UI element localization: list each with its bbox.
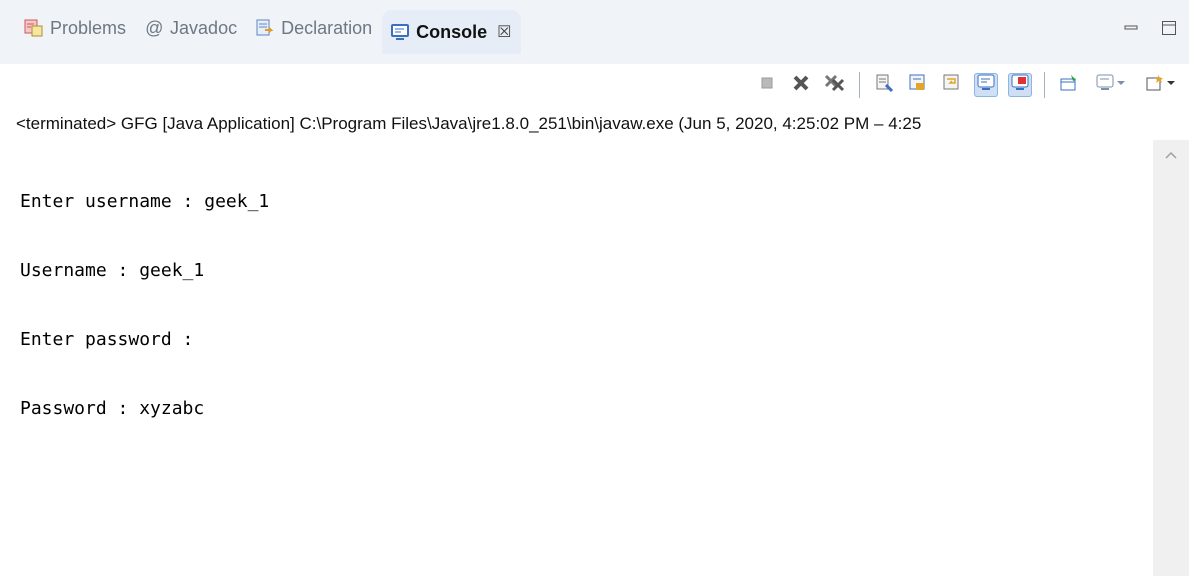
tab-strip: Problems @ Javadoc Declaration Console ☒ — [16, 10, 522, 64]
console-line: Username : geek_1 — [20, 260, 205, 281]
show-on-stdout-icon — [976, 73, 996, 98]
view-tab-bar: Problems @ Javadoc Declaration Console ☒ — [0, 0, 1189, 64]
terminate-icon — [759, 75, 775, 96]
clear-console-icon — [874, 73, 894, 98]
console-line: Enter username : geek_1 — [20, 191, 270, 212]
vertical-scrollbar[interactable] — [1153, 140, 1189, 576]
tab-label: Declaration — [281, 17, 373, 38]
chevron-up-icon — [1165, 147, 1177, 165]
show-on-stderr-button[interactable] — [1008, 73, 1032, 97]
problems-icon — [24, 18, 44, 38]
tab-problems[interactable]: Problems — [16, 10, 136, 46]
minimize-button[interactable] — [1123, 22, 1139, 38]
console-line: Password : xyzabc — [20, 398, 205, 419]
console-toolbar — [0, 64, 1189, 108]
declaration-icon — [255, 18, 275, 38]
scroll-lock-button[interactable] — [906, 73, 930, 97]
scroll-up-button[interactable] — [1153, 146, 1189, 166]
console-output[interactable]: Enter username : geek_1 Username : geek_… — [0, 140, 1151, 576]
close-icon[interactable]: ☒ — [497, 22, 511, 42]
show-on-stdout-button[interactable] — [974, 73, 998, 97]
maximize-icon — [1161, 20, 1177, 41]
tab-label: Console — [416, 21, 488, 42]
tab-declaration[interactable]: Declaration — [247, 10, 382, 46]
remove-all-terminated-button[interactable] — [823, 73, 847, 97]
word-wrap-button[interactable] — [940, 73, 964, 97]
word-wrap-icon — [942, 73, 962, 98]
pin-console-icon — [1059, 73, 1079, 98]
console-text: Enter username : geek_1 Username : geek_… — [20, 144, 269, 466]
scroll-lock-icon — [908, 73, 928, 98]
open-console-icon — [1145, 73, 1165, 98]
remove-launch-button[interactable] — [789, 73, 813, 97]
pin-console-button[interactable] — [1057, 73, 1081, 97]
tab-console[interactable]: Console ☒ — [382, 10, 522, 54]
display-selected-console-icon — [1095, 73, 1115, 98]
remove-all-terminated-icon — [824, 73, 846, 98]
open-console-button[interactable] — [1141, 73, 1181, 97]
console-line: Enter password : — [20, 329, 194, 350]
console-icon — [390, 22, 410, 42]
toolbar-separator — [1044, 72, 1045, 98]
javadoc-at-icon: @ — [144, 17, 164, 38]
chevron-down-icon[interactable] — [1115, 76, 1127, 94]
chevron-down-icon[interactable] — [1165, 76, 1177, 94]
show-on-stderr-icon — [1010, 73, 1030, 98]
minimize-icon — [1123, 20, 1139, 41]
process-status-line: <terminated> GFG [Java Application] C:\P… — [16, 114, 922, 133]
tab-label: Problems — [50, 17, 127, 38]
remove-launch-icon — [791, 73, 811, 98]
maximize-button[interactable] — [1161, 20, 1177, 41]
display-selected-console-button[interactable] — [1091, 73, 1131, 97]
view-controls — [1123, 20, 1177, 41]
tab-label: Javadoc — [170, 17, 238, 38]
toolbar-separator — [859, 72, 860, 98]
clear-console-button[interactable] — [872, 73, 896, 97]
terminate-button[interactable] — [755, 73, 779, 97]
tab-javadoc[interactable]: @ Javadoc — [136, 10, 247, 46]
